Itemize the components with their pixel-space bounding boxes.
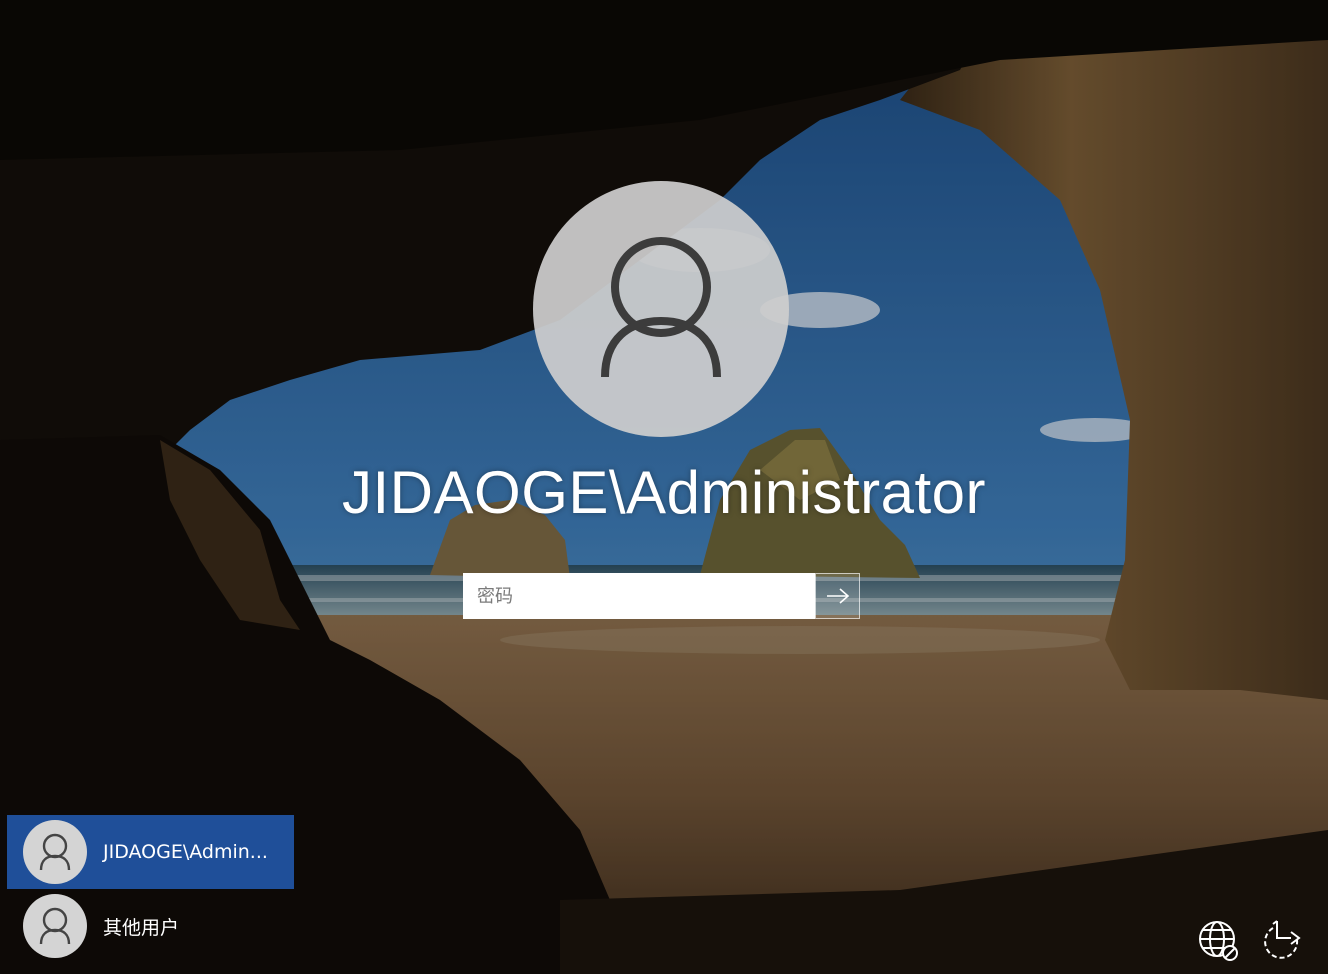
tile-label: 其他用户 bbox=[103, 916, 180, 939]
user-icon bbox=[39, 833, 71, 871]
user-icon bbox=[601, 237, 721, 378]
password-box bbox=[463, 573, 860, 619]
account-name: JIDAOGE\Administrator bbox=[342, 459, 986, 526]
password-input[interactable] bbox=[463, 573, 815, 619]
arrow-right-icon bbox=[826, 588, 849, 604]
user-tile-administrator[interactable]: JIDAOGE\Admin... bbox=[7, 815, 294, 889]
submit-button[interactable] bbox=[815, 573, 860, 619]
ease-of-access-icon bbox=[1264, 920, 1301, 959]
user-avatar bbox=[533, 181, 789, 437]
network-button[interactable] bbox=[1197, 918, 1241, 962]
user-tile-other-user[interactable]: 其他用户 bbox=[7, 889, 294, 963]
user-switcher-list: JIDAOGE\Admin... 其他用户 bbox=[7, 815, 294, 963]
tile-avatar bbox=[23, 820, 87, 884]
tile-avatar bbox=[23, 894, 87, 958]
accessibility-button[interactable] bbox=[1261, 918, 1305, 962]
user-icon bbox=[39, 907, 71, 945]
tile-label: JIDAOGE\Admin... bbox=[103, 841, 268, 863]
network-globe-icon bbox=[1199, 921, 1238, 961]
